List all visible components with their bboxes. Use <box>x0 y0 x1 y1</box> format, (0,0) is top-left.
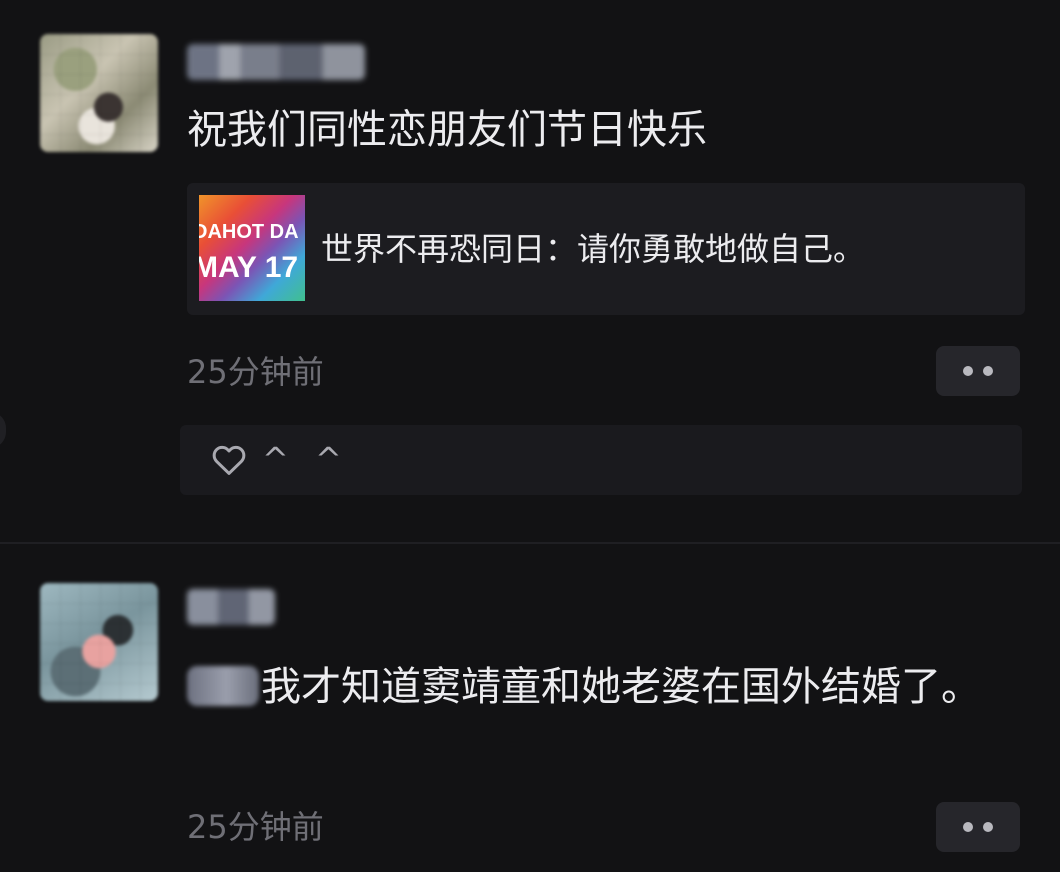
comment-item: 祝我们同性恋朋友们节日快乐 DAHOT DA MAY 17 世界不再恐同日：请你… <box>0 0 1060 540</box>
comment-text: 祝我们同性恋朋友们节日快乐 <box>187 107 707 153</box>
comment-text-container: 我才知道窦靖童和她老婆在国外结婚了。 <box>187 655 1017 719</box>
comment-divider <box>0 542 1060 544</box>
more-options-button[interactable] <box>936 802 1020 852</box>
avatar-mosaic <box>40 34 158 152</box>
username-redacted[interactable] <box>187 589 275 625</box>
timestamp: 25分钟前 <box>187 353 324 391</box>
shared-link-card[interactable]: DAHOT DA MAY 17 世界不再恐同日：请你勇敢地做自己。 <box>187 183 1025 315</box>
avatar[interactable] <box>40 583 158 701</box>
reaction-text: ^ ^ <box>262 440 350 478</box>
mention-redacted[interactable] <box>187 666 259 706</box>
link-thumbnail: DAHOT DA MAY 17 <box>199 195 305 301</box>
avatar-mosaic <box>40 583 158 701</box>
comment-feed: 祝我们同性恋朋友们节日快乐 DAHOT DA MAY 17 世界不再恐同日：请你… <box>0 0 1060 872</box>
thumbnail-text-line-2: MAY 17 <box>199 251 299 284</box>
more-dot-icon <box>963 822 973 832</box>
reaction-bar[interactable]: ^ ^ <box>180 425 1022 495</box>
comment-text: 我才知道窦靖童和她老婆在国外结婚了。 <box>261 664 981 710</box>
username-redacted[interactable] <box>187 44 365 80</box>
more-dot-icon <box>983 366 993 376</box>
heart-icon[interactable] <box>210 441 248 479</box>
avatar[interactable] <box>40 34 158 152</box>
timestamp: 25分钟前 <box>187 808 324 846</box>
more-dot-icon <box>963 366 973 376</box>
comment-item: 我才知道窦靖童和她老婆在国外结婚了。 25分钟前 <box>0 545 1060 872</box>
link-title: 世界不再恐同日：请你勇敢地做自己。 <box>321 230 866 268</box>
more-options-button[interactable] <box>936 346 1020 396</box>
more-dot-icon <box>983 822 993 832</box>
thumbnail-text-line-1: DAHOT DA <box>199 221 299 243</box>
